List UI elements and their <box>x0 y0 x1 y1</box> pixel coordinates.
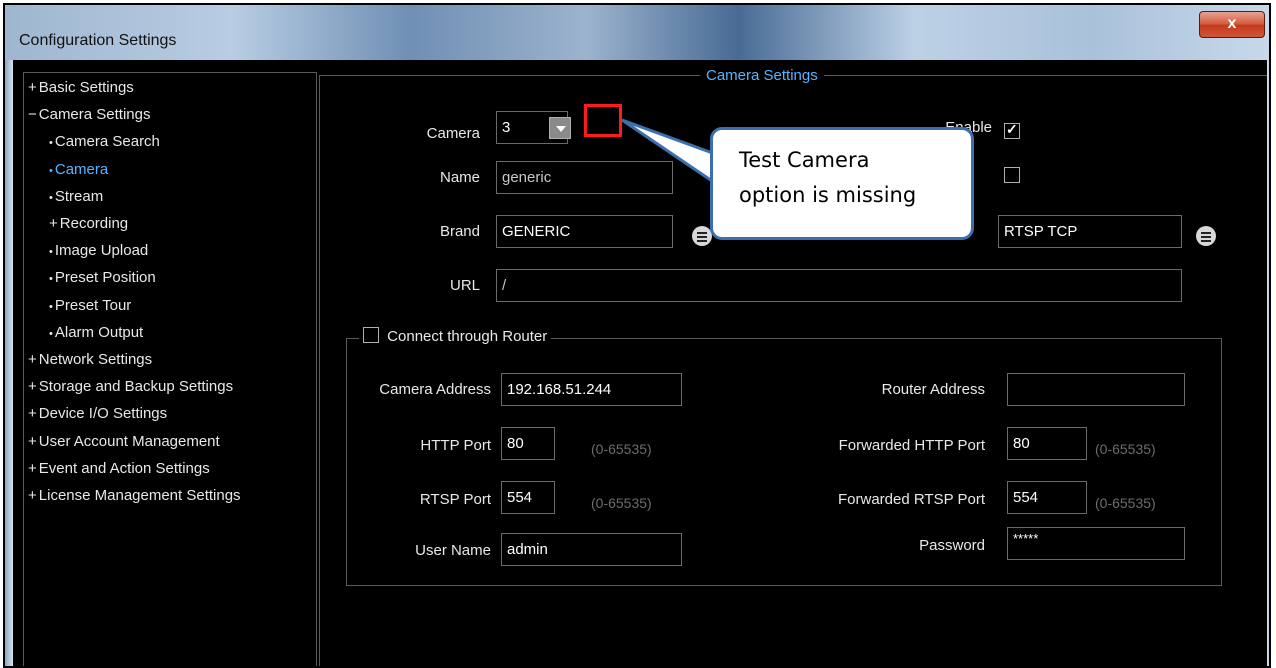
annotation-line-2: option is missing <box>739 183 917 207</box>
callout-pointer <box>621 118 720 188</box>
annotation-callout: Test Camera option is missing <box>710 127 974 240</box>
annotation-line-1: Test Camera <box>739 148 870 172</box>
